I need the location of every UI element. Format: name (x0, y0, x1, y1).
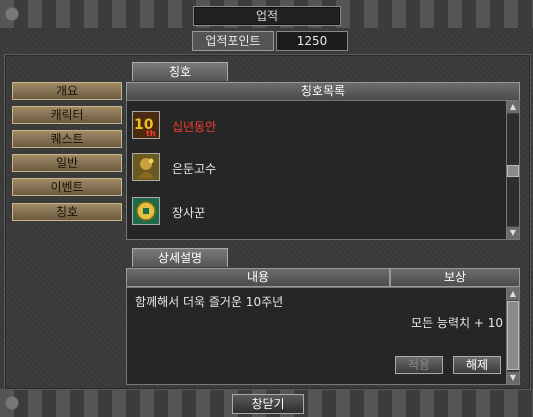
sidebar-item-overview[interactable]: 개요 (12, 82, 122, 100)
title-name: 십년동안 (172, 120, 217, 134)
scroll-thumb[interactable] (507, 301, 519, 370)
title-name: 은둔고수 (172, 162, 217, 176)
achievement-points-value: 1250 (276, 31, 348, 51)
tab-detail[interactable]: 상세설명 (132, 248, 228, 267)
detail-reward-header: 보상 (390, 268, 520, 287)
sidebar-item-general[interactable]: 일반 (12, 154, 122, 172)
scroll-up-icon[interactable]: ▲ (507, 288, 519, 301)
tab-title[interactable]: 칭호 (132, 62, 228, 81)
title-name: 장사꾼 (172, 206, 206, 220)
apply-button[interactable]: 적용 (395, 356, 443, 374)
scroll-up-icon[interactable]: ▲ (507, 101, 519, 114)
list-item[interactable]: 10 th 십년동안 (132, 111, 502, 141)
sidebar-item-title[interactable]: 칭호 (12, 203, 122, 221)
list-item[interactable]: 은둔고수 (132, 153, 502, 183)
scroll-down-icon[interactable]: ▼ (507, 371, 519, 384)
title-list-scrollbar[interactable]: ▲ ▼ (506, 100, 520, 240)
close-window-button[interactable]: 창닫기 (232, 394, 304, 414)
detail-scrollbar[interactable]: ▲ ▼ (506, 287, 520, 385)
sidebar-item-event[interactable]: 이벤트 (12, 178, 122, 196)
detail-content-header: 내용 (126, 268, 390, 287)
detail-panel: 함께해서 더욱 즐거운 10주년 모든 능력치 + 10 적용 해제 (126, 287, 508, 385)
coin-icon (132, 197, 160, 225)
svg-text:th: th (146, 129, 156, 138)
tenth-anniversary-icon: 10 th (132, 111, 160, 139)
sidebar-item-character[interactable]: 캐릭터 (12, 106, 122, 124)
scroll-down-icon[interactable]: ▼ (507, 226, 519, 239)
sidebar-item-quest[interactable]: 퀘스트 (12, 130, 122, 148)
scroll-thumb[interactable] (507, 165, 519, 177)
list-item[interactable]: 장사꾼 (132, 197, 502, 227)
detail-reward: 모든 능력치 + 10 (411, 316, 503, 330)
achievement-points-label: 업적포인트 (192, 31, 274, 51)
release-button[interactable]: 해제 (453, 356, 501, 374)
window-title: 업적 (193, 6, 341, 26)
achievement-window: 업적 업적포인트 1250 개요 캐릭터 퀘스트 일반 이벤트 칭호 칭호 칭호… (0, 0, 533, 417)
title-list-header: 칭호목록 (126, 82, 520, 101)
detail-description: 함께해서 더욱 즐거운 10주년 (135, 295, 284, 309)
title-list: 10 th 십년동안 은둔고수 장사꾼 (126, 100, 508, 240)
hermit-master-icon (132, 153, 160, 181)
